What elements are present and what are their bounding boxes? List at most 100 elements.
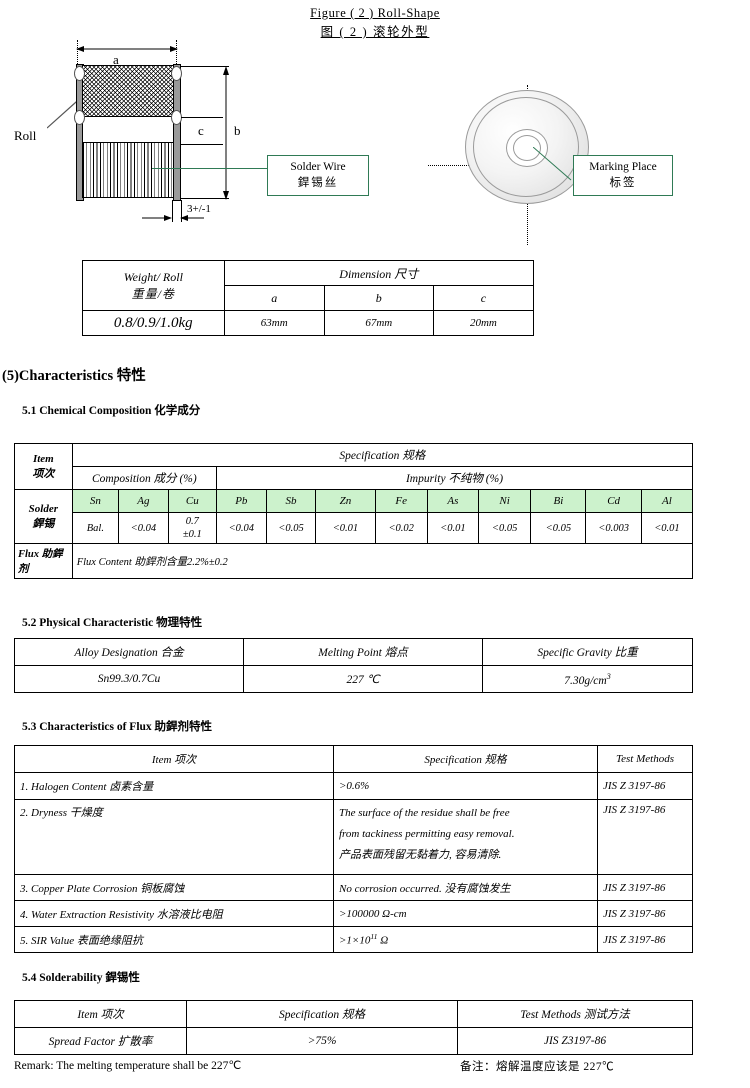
dim-c-label: c [198,123,204,138]
solder-wire-callout-cn: 銲锡丝 [297,177,339,189]
chem-solder-cn: 銲锡 [32,517,55,530]
table-row: Spread Factor 扩散率 >75% JIS Z3197-86 [14,1027,693,1055]
heading-51: 5.1 Chemical Composition 化学成分 [22,405,201,417]
table-row: Weight/ Roll 重量/卷 Dimension 尺寸 [82,260,535,311]
flux-row5-spec-pre: >1×10 [339,934,371,947]
dim-tick-c-top [181,117,223,118]
dim-a-arrow [76,46,178,52]
solder-test-value: JIS Z3197-86 [457,1027,693,1055]
value-cd: <0.003 [585,512,642,544]
chem-item-header: Item 项次 [14,443,73,490]
flux-content-value: Flux Content 助銲剂含量2.2%±0.2 [71,543,694,579]
flux-row5-test: JIS Z 3197-86 [597,926,693,953]
flux-row5-item: 5. SIR Value 表面绝缘阻抗 [14,926,334,953]
marking-place-callout-en: Marking Place [589,161,657,173]
flux-row1-spec: >0.6% [333,772,598,800]
solderability-table: Item 项次 Specification 规格 Test Methods 测试… [14,1000,693,1055]
flux-item-header: Item 项次 [14,745,334,773]
flux-row3-test: JIS Z 3197-86 [597,874,693,901]
solder-wire-callout: Solder Wire 銲锡丝 [267,155,369,196]
alloy-designation-header: Alloy Designation 合金 [14,638,244,666]
dimension-header: Dimension 尺寸 [223,260,535,286]
table-row: 3. Copper Plate Corrosion 铜板腐蚀 No corros… [14,874,693,901]
chem-item-header-cn: 项次 [32,467,55,480]
solder-test-header: Test Methods 测试方法 [457,1000,693,1028]
figure-title-en: Figure ( 2 ) Roll-Shape [310,6,440,20]
flux-characteristics-table: Item 项次 Specification 规格 Test Methods 1.… [14,745,693,953]
remark-chinese: 备注：熔解温度应该是 227℃ [460,1061,615,1073]
table-row: Item 项次 Specification 规格 [14,443,694,490]
solder-spec-header: Specification 规格 [186,1000,458,1028]
chem-composition-header: Composition 成分 (%) [71,466,217,490]
value-al: <0.01 [640,512,694,544]
value-bi: <0.05 [530,512,587,544]
flux-row2-item: 2. Dryness 干燥度 [14,799,334,875]
roll-flange-right [173,64,181,201]
roll-wire-section [82,142,174,198]
element-ag: Ag [118,489,169,513]
marking-place-callout-cn: 标签 [609,177,637,189]
specific-gravity-exponent: 3 [606,671,611,681]
value-pb: <0.04 [215,512,267,544]
roll-core [82,65,174,198]
dim-b-value: 67mm [323,310,434,336]
table-row: 4. Water Extraction Resistivity 水溶液比电阻 >… [14,900,693,927]
weight-dimension-table: Weight/ Roll 重量/卷 Dimension 尺寸 a b c 0.8… [82,260,535,336]
thickness-label: 3+/-1 [187,203,211,215]
element-ni: Ni [477,489,532,513]
roll-blank-section [82,118,174,142]
dim-b-label: b [234,123,241,138]
value-ag: <0.04 [118,512,169,544]
marking-place-callout: Marking Place 标签 [573,155,673,196]
dim-c-value: 20mm [432,310,535,336]
weight-header-cell: Weight/ Roll 重量/卷 [82,260,225,311]
value-zn: <0.01 [315,512,376,544]
table-row: Composition 成分 (%) Impurity 不纯物 (%) [15,466,694,490]
figure-title: Figure ( 2 ) Roll-Shape 图 ( 2 ) 滚轮外型 [0,4,750,42]
page-title: (5)Characteristics 特性 [2,368,146,384]
hub-mid-left [74,110,85,125]
element-bi: Bi [530,489,587,513]
table-row: 0.8/0.9/1.0kg 63mm 67mm 20mm [82,310,535,336]
value-cu-top: 0.7 [185,516,199,527]
dim-tick-c-bottom [181,144,223,145]
chemical-composition-table: Item 项次 Specification 规格 Composition 成分 … [14,443,694,579]
table-row: Alloy Designation 合金 Melting Point 熔点 Sp… [14,638,693,666]
element-as: As [426,489,479,513]
flux-table-wrap: Item 项次 Specification 规格 Test Methods 1.… [14,745,693,953]
heading-54: 5.4 Solderability 銲锡性 [22,972,140,984]
value-sb: <0.05 [265,512,317,544]
flux-row2-spec-line2: from tackiness permitting easy removal. [339,828,515,840]
document-page: Figure ( 2 ) Roll-Shape 图 ( 2 ) 滚轮外型 Rol… [0,0,750,1088]
melting-point-value: 227 ℃ [243,665,483,693]
flux-row2-spec: The surface of the residue shall be free… [333,799,598,875]
value-fe: <0.02 [374,512,428,544]
physical-characteristic-table: Alloy Designation 合金 Melting Point 熔点 Sp… [14,638,693,693]
flux-row3-item: 3. Copper Plate Corrosion 铜板腐蚀 [14,874,334,901]
flux-label: Flux 助銲剂 [14,543,73,579]
chem-specification-header: Specification 规格 [71,443,694,467]
flux-row2-test: JIS Z 3197-86 [597,799,693,875]
heading-52: 5.2 Physical Characteristic 物理特性 [22,617,203,629]
table-row: Sn99.3/0.7Cu 227 ℃ 7.30g/cm3 [14,665,693,693]
element-cd: Cd [585,489,642,513]
specific-gravity-header: Specific Gravity 比重 [482,638,693,666]
table-row: 1. Halogen Content 卤素含量 >0.6% JIS Z 3197… [14,772,693,800]
roll-hatch-section [82,65,174,117]
element-cu: Cu [167,489,217,513]
element-sn: Sn [71,489,120,513]
roll-label: Roll [14,128,37,143]
flux-row3-spec: No corrosion occurred. 没有腐蚀发生 [333,874,598,901]
table-row: Item 项次 Specification 规格 Test Methods 测试… [14,1000,693,1028]
hub-top-right [171,66,182,81]
chem-item-header-en: Item [32,452,54,465]
weight-dimension-table-wrap: Weight/ Roll 重量/卷 Dimension 尺寸 a b c 0.8… [82,260,535,336]
flux-row5-spec: >1×1011 Ω [333,926,598,953]
chem-solder-label: Solder 銲锡 [14,489,73,544]
element-sb: Sb [265,489,317,513]
value-cu-bottom: ±0.1 [182,529,202,540]
marking-place-leader [533,147,572,181]
table-row: Bal. <0.04 0.7 ±0.1 <0.04 <0.05 <0.01 <0… [15,512,694,544]
element-al: Al [640,489,694,513]
table-row: Solder 銲锡 Sn Ag Cu Pb Sb Zn Fe As Ni Bi … [14,489,694,544]
